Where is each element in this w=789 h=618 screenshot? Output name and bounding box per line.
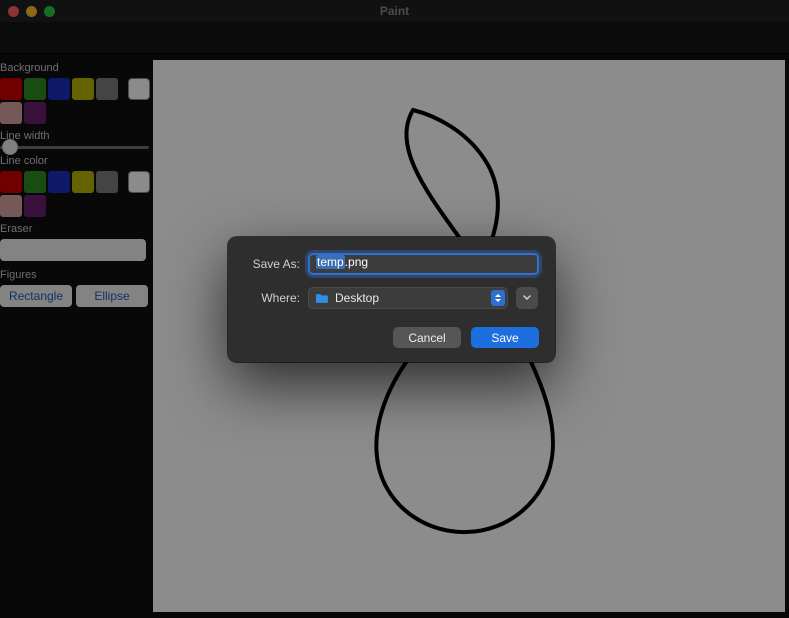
save-button[interactable]: Save [471, 327, 539, 348]
filename-rest: .png [345, 255, 368, 269]
cancel-button[interactable]: Cancel [393, 327, 461, 348]
filename-selected: temp [316, 255, 345, 269]
expand-dialog-button[interactable] [516, 287, 538, 309]
chevron-down-icon [523, 295, 531, 301]
filename-input[interactable]: temp.png [308, 253, 539, 275]
dialog-actions: Cancel Save [244, 327, 539, 348]
save-dialog: Save As: temp.png Where: Desktop Cancel … [228, 237, 555, 362]
folder-icon [315, 293, 329, 304]
where-row: Where: Desktop [244, 287, 539, 309]
where-select[interactable]: Desktop [308, 287, 508, 309]
where-label: Where: [244, 291, 300, 305]
save-as-row: Save As: temp.png [244, 253, 539, 275]
save-as-label: Save As: [244, 257, 300, 271]
where-value: Desktop [335, 291, 379, 305]
where-stepper-icon [491, 290, 505, 306]
